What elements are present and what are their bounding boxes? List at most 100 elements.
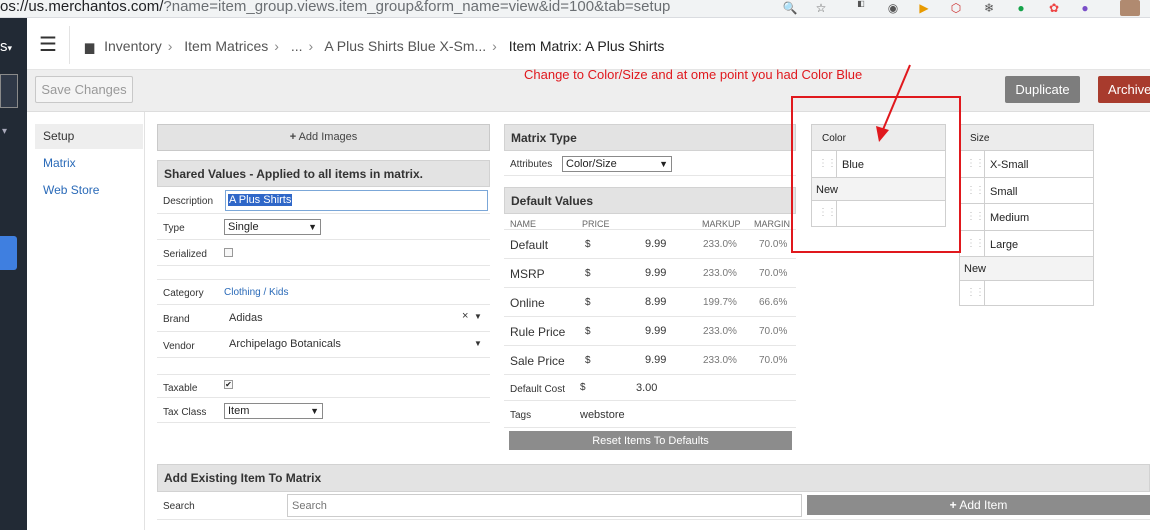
extension-icon[interactable]: ◉ xyxy=(884,0,902,16)
extension-icon[interactable]: ▶ xyxy=(915,0,933,16)
currency-symbol: $ xyxy=(580,382,586,393)
size-value-row[interactable]: ⋮⋮ X-Small xyxy=(960,151,1093,178)
default-cost-label: Default Cost xyxy=(510,384,566,395)
chevron-down-icon[interactable]: ▾ xyxy=(2,126,7,137)
breadcrumb: ▆ Inventory › Item Matrices › ... › A Plus … xyxy=(85,38,670,54)
serialized-checkbox[interactable] xyxy=(224,248,233,257)
attributes-select[interactable]: Color/Size ▼ xyxy=(562,156,672,172)
grammarly-icon[interactable]: ● xyxy=(1012,0,1030,16)
description-value: A Plus Shirts xyxy=(228,194,293,206)
app-left-nav: s▾ ▾ xyxy=(0,18,27,530)
description-input[interactable]: A Plus Shirts xyxy=(225,190,488,211)
add-item-label: Add Item xyxy=(959,498,1008,512)
drag-handle-icon[interactable]: ⋮⋮ xyxy=(966,287,985,298)
save-changes-button[interactable]: Save Changes xyxy=(35,76,133,103)
clear-icon[interactable]: × xyxy=(462,310,468,322)
drag-handle-icon[interactable]: ⋮⋮ xyxy=(818,207,837,218)
nav-selected-item[interactable] xyxy=(0,74,18,108)
add-item-button[interactable]: + Add Item xyxy=(807,495,1150,515)
add-images-button[interactable]: + Add Images xyxy=(157,124,490,151)
duplicate-button[interactable]: Duplicate xyxy=(1005,76,1080,103)
browser-url-bar[interactable]: os://us.merchantos.com/?name=item_group.… xyxy=(0,0,1150,18)
size-value-row[interactable]: ⋮⋮ Medium xyxy=(960,204,1093,231)
price-value[interactable]: 8.99 xyxy=(645,296,666,308)
markup-value: 233.0% xyxy=(703,355,737,366)
tab-matrix[interactable]: Matrix xyxy=(35,151,143,176)
category-link[interactable]: Clothing / Kids xyxy=(224,287,288,298)
reset-items-button[interactable]: Reset Items To Defaults xyxy=(509,431,792,450)
archive-button[interactable]: Archive xyxy=(1098,76,1150,103)
size-header-label: Size xyxy=(970,133,990,144)
default-cost-value[interactable]: 3.00 xyxy=(636,382,657,394)
search-input[interactable] xyxy=(287,494,802,517)
nav-active-marker[interactable] xyxy=(0,236,17,270)
color-value-row[interactable]: ⋮⋮ Blue xyxy=(812,151,945,178)
markup-value: 233.0% xyxy=(703,326,737,337)
taxable-checkbox[interactable]: ✔ xyxy=(224,380,233,389)
header-divider xyxy=(69,26,70,64)
breadcrumb-item[interactable]: A Plus Shirts Blue X-Sm... xyxy=(324,38,486,54)
url-text[interactable]: os://us.merchantos.com/?name=item_group.… xyxy=(0,0,670,15)
size-value-row[interactable]: ⋮⋮ Large xyxy=(960,230,1093,257)
drag-handle-icon[interactable]: ⋮⋮ xyxy=(966,185,985,196)
annotation-arrow-line xyxy=(881,64,911,133)
drag-handle-icon[interactable]: ⋮⋮ xyxy=(818,158,837,169)
nav-truncated-label[interactable]: s▾ xyxy=(0,38,12,55)
tab-setup[interactable]: Setup xyxy=(35,124,143,149)
size-value[interactable]: Small xyxy=(990,186,1018,198)
toolbar: Save Changes Change to Color/Size and at… xyxy=(27,67,1150,112)
tax-class-select[interactable]: Item ▼ xyxy=(224,403,323,419)
default-values-header: Default Values xyxy=(504,187,796,214)
url-query: ?name=item_group.views.item_group&form_n… xyxy=(163,0,671,15)
cell-divider xyxy=(984,230,985,257)
hamburger-menu-icon[interactable]: ☰ xyxy=(39,32,57,57)
size-value-row[interactable]: ⋮⋮ Small xyxy=(960,177,1093,204)
bookmark-star-icon[interactable]: ☆ xyxy=(812,0,830,16)
cell-divider xyxy=(984,204,985,230)
drag-handle-icon[interactable]: ⋮⋮ xyxy=(966,158,985,169)
breadcrumb-ellipsis[interactable]: ... xyxy=(291,38,303,54)
add-existing-header: Add Existing Item To Matrix xyxy=(157,464,1150,492)
tinymce-extension-icon[interactable]: ◧ xyxy=(852,0,870,16)
col-margin: MARGIN xyxy=(754,219,790,229)
tags-value[interactable]: webstore xyxy=(580,409,625,421)
size-value[interactable]: Large xyxy=(990,239,1018,251)
price-value[interactable]: 9.99 xyxy=(645,325,666,337)
pdf-extension-icon[interactable]: ⬡ xyxy=(947,0,965,16)
drag-handle-icon[interactable]: ⋮⋮ xyxy=(966,211,985,222)
markup-value: 199.7% xyxy=(703,297,737,308)
price-value[interactable]: 9.99 xyxy=(645,238,666,250)
chevron-down-icon[interactable]: ▼ xyxy=(474,339,482,348)
dropdown-arrow-icon: ▼ xyxy=(659,159,668,169)
size-new-row: New xyxy=(960,257,1093,281)
brand-value[interactable]: Adidas xyxy=(229,312,263,324)
color-value[interactable]: Blue xyxy=(842,159,864,171)
price-value[interactable]: 9.99 xyxy=(645,267,666,279)
breadcrumb-inventory[interactable]: Inventory xyxy=(104,38,162,54)
extension-icon[interactable]: ✿ xyxy=(1045,0,1063,16)
color-new-input-row[interactable]: ⋮⋮ xyxy=(812,201,945,226)
dropdown-arrow-icon: ▼ xyxy=(308,222,317,232)
price-row: MSRP $9.99 233.0% 70.0% xyxy=(504,259,796,288)
tax-class-label: Tax Class xyxy=(163,407,207,418)
price-value[interactable]: 9.99 xyxy=(645,354,666,366)
vendor-value[interactable]: Archipelago Botanicals xyxy=(229,338,341,350)
extension-icon[interactable]: ● xyxy=(1076,0,1094,16)
type-value: Single xyxy=(228,221,259,233)
margin-value: 70.0% xyxy=(759,326,788,337)
breadcrumb-item-matrices[interactable]: Item Matrices xyxy=(184,38,268,54)
chevron-down-icon[interactable]: ▼ xyxy=(474,312,482,321)
size-value[interactable]: Medium xyxy=(990,212,1029,224)
color-new-label: New xyxy=(816,184,839,196)
attributes-value: Color/Size xyxy=(566,158,617,170)
snowflake-extension-icon[interactable]: ❄ xyxy=(980,0,998,16)
type-select[interactable]: Single ▼ xyxy=(224,219,321,235)
tab-web-store[interactable]: Web Store xyxy=(35,178,143,203)
category-row: Category Clothing / Kids xyxy=(157,279,490,305)
size-new-input-row[interactable]: ⋮⋮ xyxy=(960,281,1093,305)
zoom-icon[interactable]: 🔍 xyxy=(781,0,799,16)
avatar[interactable] xyxy=(1120,0,1140,16)
size-value[interactable]: X-Small xyxy=(990,159,1029,171)
section-tabs: Setup Matrix Web Store xyxy=(27,112,145,530)
drag-handle-icon[interactable]: ⋮⋮ xyxy=(966,238,985,249)
